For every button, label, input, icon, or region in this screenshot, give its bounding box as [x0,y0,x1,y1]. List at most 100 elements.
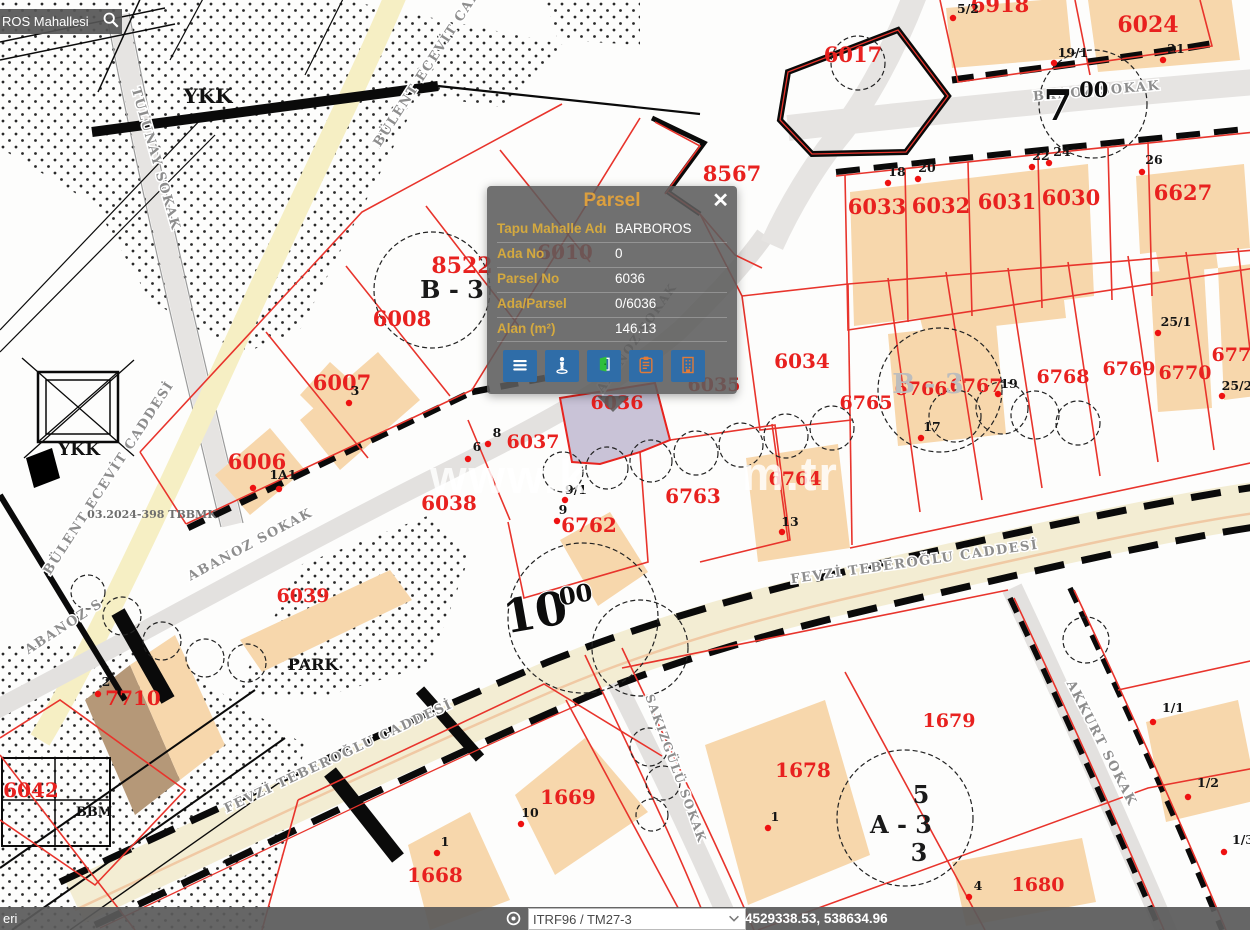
popup-tail [597,396,629,412]
point-label: 9 [559,502,568,517]
zoning-label: A - 3 [869,810,932,839]
popup-field-row: Ada/Parsel0/6036 [497,293,727,318]
parcel-label: 1680 [1012,874,1065,896]
road-width-marker: 00 [557,577,595,611]
parcel-label: 6039 [277,585,330,607]
projection-value: ITRF96 / TM27-3 [533,912,727,927]
parcel-label: 6008 [373,306,431,331]
popup-buttons [487,342,737,394]
parcel-popup: Parsel ✕ Tapu Mahalle AdıBARBOROSAda No0… [487,186,737,394]
popup-field-label: Alan (m²) [497,321,615,338]
popup-field-value: 146.13 [615,321,727,338]
survey-point [779,529,785,535]
parcel-label: 7710 [105,686,161,710]
parcel-label: 6918 [971,0,1029,17]
point-label: 4 [974,878,983,893]
street-view-button[interactable] [545,350,579,382]
clipboard-icon [636,355,656,378]
point-label: 19/1 [1058,45,1089,60]
parcel-label: 6768 [1037,366,1090,388]
popup-title: Parsel [583,190,640,212]
zoning-label: 03.2024-398 TBBMK [87,508,217,521]
door-button[interactable] [587,350,621,382]
popup-field-value: 0/6036 [615,296,727,313]
building-report-icon [678,355,698,378]
zoning-label: YKK [57,440,101,460]
popup-field-value: BARBOROS [615,221,727,238]
popup-header: Parsel ✕ [487,186,737,216]
parcel-label: 6770 [1159,362,1212,384]
survey-point [1029,164,1035,170]
point-label: 1 [441,834,450,849]
survey-point [966,894,972,900]
point-label: 24 [1053,144,1071,159]
zoning-label: YKK [182,84,233,108]
watermark-text: www.k [429,450,587,503]
parcel-label: 6032 [912,193,970,218]
survey-point [434,850,440,856]
parcel-label: 6031 [978,189,1036,214]
survey-point [918,435,924,441]
point-label: 1A1 [269,467,296,482]
zoning-label: 3 [911,838,928,867]
zoning-label: B - 3 [420,275,484,304]
point-label: 20 [918,160,936,175]
search-input[interactable]: ROS Mahallesi [2,14,102,29]
popup-field-label: Parsel No [497,271,615,288]
point-label: 26 [1145,152,1163,167]
survey-point [1219,393,1225,399]
survey-point [1185,794,1191,800]
survey-point [346,400,352,406]
parcel-label: 6034 [774,349,830,373]
point-label: 21 [1167,41,1184,56]
map-stage: 6918602460178567603360326031603066276010… [0,0,1250,930]
survey-point [95,691,101,697]
parcel-label: 1668 [407,863,463,887]
survey-point [765,825,771,831]
road-width-marker: 7 [1043,81,1072,130]
watermark-text: m.tr [742,447,839,500]
parcel-label: 6771 [1212,344,1250,366]
road-width-marker: 00 [1079,77,1108,102]
popup-field-label: Ada No [497,246,615,263]
survey-point [915,176,921,182]
close-icon[interactable]: ✕ [712,188,729,214]
survey-point [950,15,956,21]
parcel-label: 6769 [1103,358,1156,380]
point-label: 18 [888,164,906,179]
parcel-label: 6042 [3,778,59,802]
point-label: 25/1 [1161,314,1192,329]
zoning-label: B - 3 [892,369,964,400]
point-label: 13 [781,514,798,529]
zoning-label: PARK [288,655,340,674]
parcel-label: 1678 [775,758,831,782]
door-icon [594,355,614,378]
clipboard-button[interactable] [629,350,663,382]
survey-point [518,821,524,827]
statusbar-left-text: eri [3,911,17,926]
point-label: 1 [771,809,780,824]
parcel-label: 6762 [561,513,617,537]
popup-field-row: Alan (m²)146.13 [497,318,727,343]
point-label: 3 [351,383,360,398]
point-label: 1/2 [1197,775,1219,790]
projection-select[interactable]: ITRF96 / TM27-3 [528,908,746,930]
search-box[interactable]: ROS Mahallesi [0,9,122,34]
building-report-button[interactable] [671,350,705,382]
menu-button[interactable] [503,350,537,382]
map-canvas[interactable]: 6918602460178567603360326031603066276010… [0,0,1250,930]
search-icon[interactable] [102,11,120,32]
parcel-label: 6033 [848,194,906,219]
parcel-label: 6765 [840,392,893,414]
parcel-label: 1679 [923,710,976,732]
parcel-label: 1669 [540,785,596,809]
parcel-label: 6627 [1154,180,1212,205]
parcel-label: 6030 [1042,185,1100,210]
survey-point [1221,849,1227,855]
popup-field-row: Ada No0 [497,243,727,268]
menu-icon [510,355,530,378]
survey-point [485,441,491,447]
popup-field-row: Parsel No6036 [497,268,727,293]
point-label: 1/3 [1232,832,1250,847]
popup-field-row: Tapu Mahalle AdıBARBOROS [497,218,727,243]
